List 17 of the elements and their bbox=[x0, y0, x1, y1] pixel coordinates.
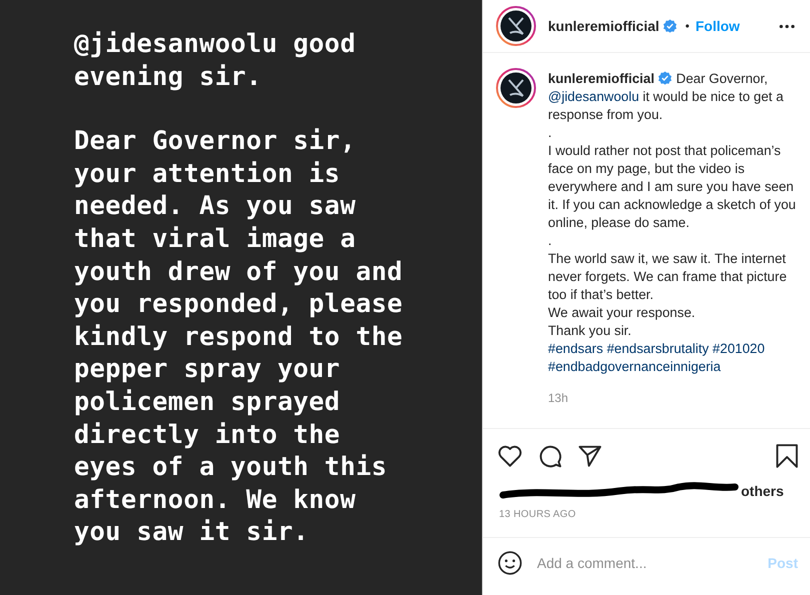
timestamp: 13 HOURS AGO bbox=[483, 501, 810, 538]
bookmark-icon[interactable] bbox=[774, 443, 800, 469]
image-text: Dear Governor sir, your attention is needed. As you saw that viral image a youth drew of you and you responded, please kindly respond to the pepper spray your policemen sprayed directly into the eyes of a youth this afternoon. We know you saw it sir. bbox=[74, 125, 404, 549]
comment-icon[interactable] bbox=[537, 443, 563, 469]
caption-text: kunleremiofficial Dear Governor, @jidesanwoolu it would be nice to get a response from you. . I would rather not post that policeman’s face on my page, but the video is everywhere and I am sure you have seen it. If you can acknowledge a sketch of you online, please do same. . The world saw it, we saw it. The internet never forgets. We can frame that picture too if that’s better. We await your response. Thank you sir. #endsars #endsarsbrutality #201020 #endbadgovernanceinnigeria bbox=[548, 70, 796, 376]
username-link[interactable]: kunleremiofficial bbox=[548, 18, 660, 34]
emoji-icon[interactable] bbox=[497, 550, 523, 576]
post-time: 13h bbox=[548, 391, 570, 405]
avatar-icon[interactable] bbox=[496, 68, 536, 108]
separator-dot: • bbox=[685, 19, 690, 33]
follow-button[interactable]: Follow bbox=[695, 18, 740, 34]
heart-icon[interactable] bbox=[497, 443, 523, 469]
likes-text: others bbox=[741, 483, 784, 499]
image-text: @jidesanwoolu good evening sir. bbox=[74, 28, 357, 94]
avatar-icon[interactable] bbox=[496, 6, 536, 46]
send-icon[interactable] bbox=[577, 443, 603, 469]
more-icon[interactable] bbox=[778, 24, 796, 28]
